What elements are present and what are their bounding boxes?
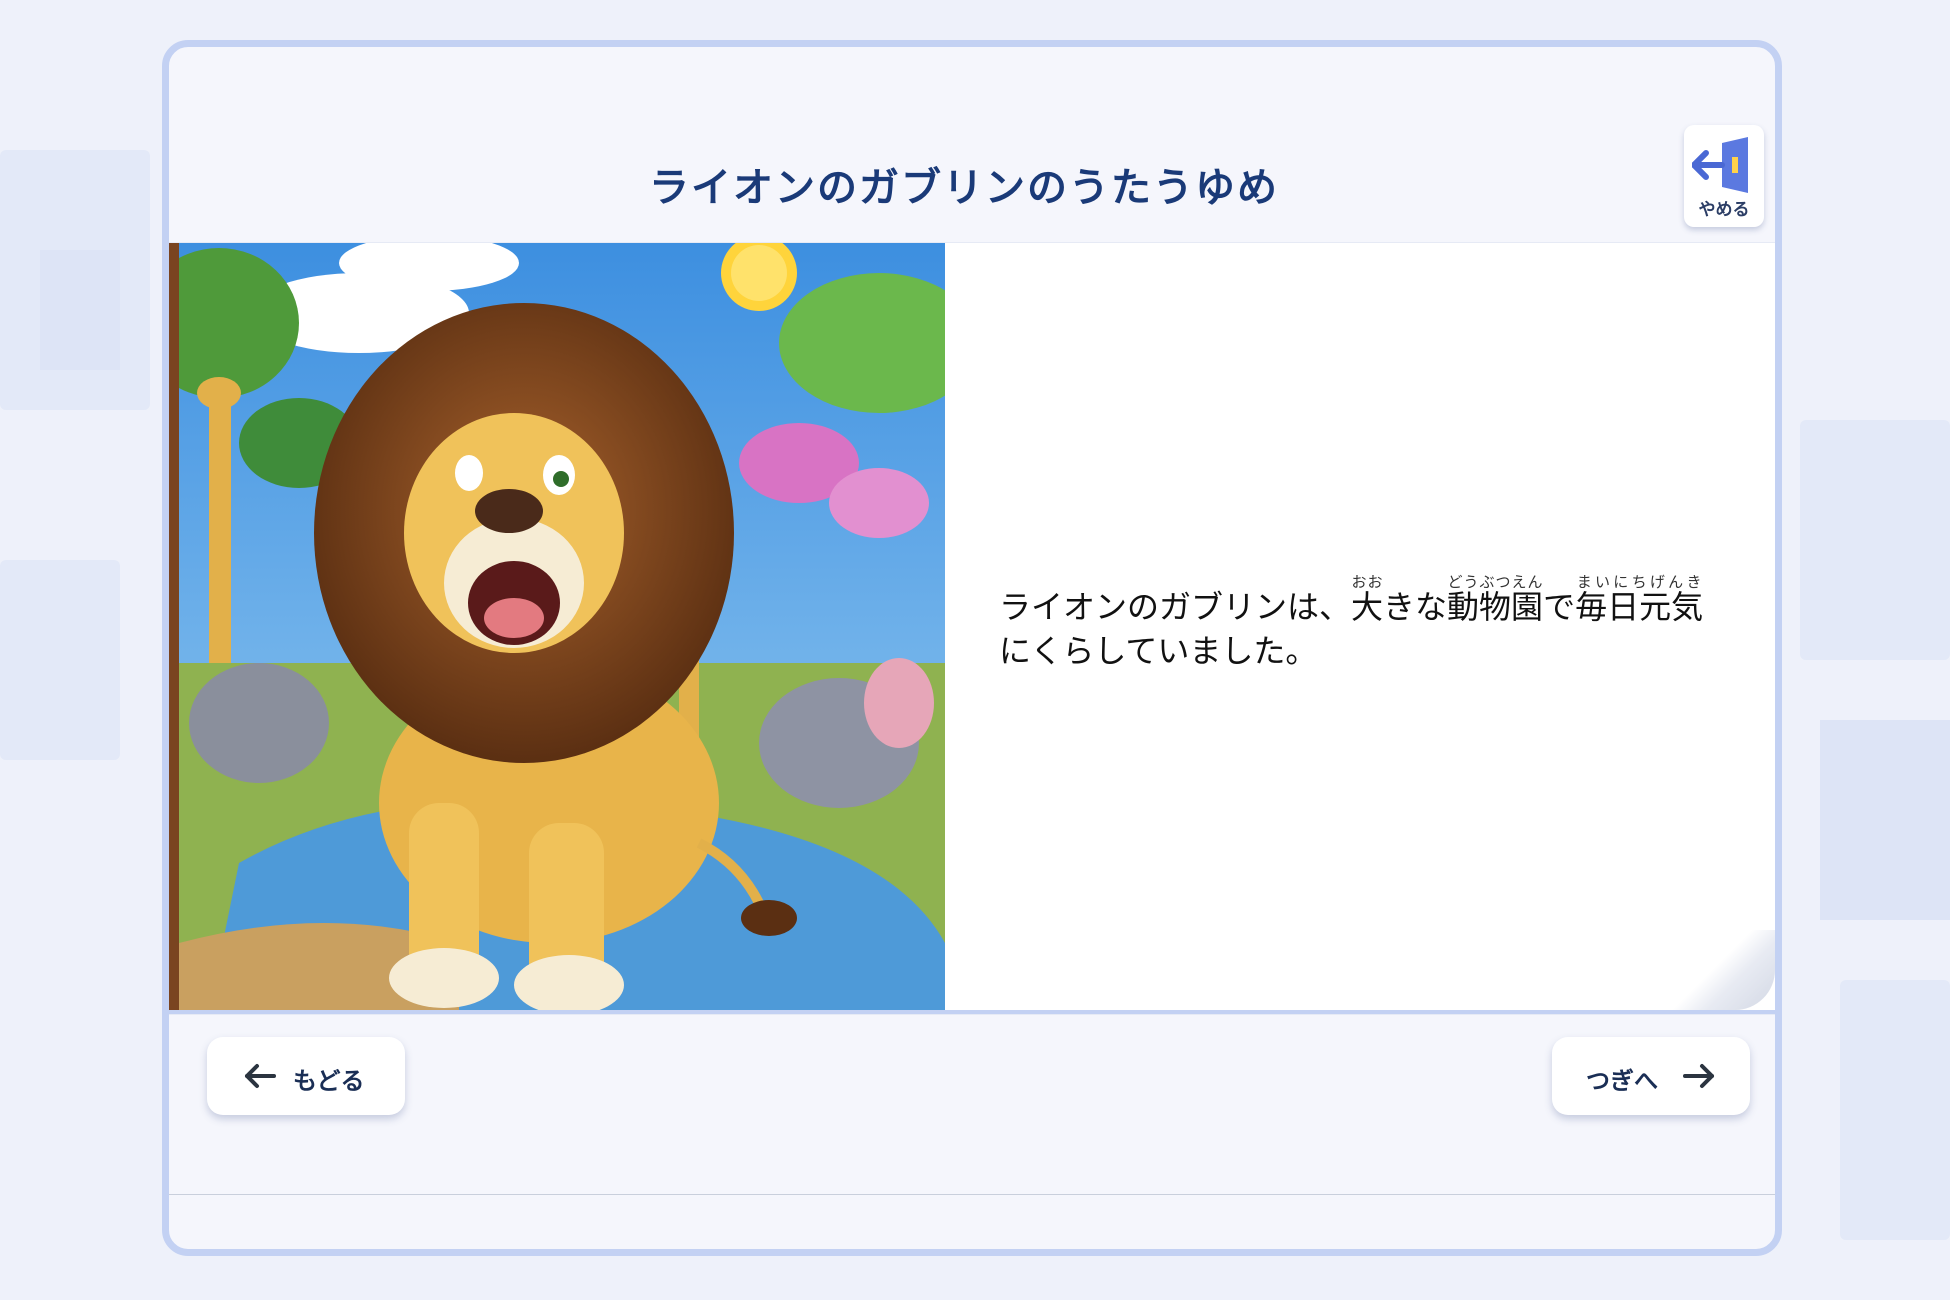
back-label: もどる (293, 1067, 365, 1095)
quit-label: やめる (1698, 200, 1750, 220)
furigana: まいにちげんき (1575, 573, 1704, 591)
furigana-word: 大おお (1351, 573, 1384, 626)
furigana-word: 動物園どうぶつえん (1447, 573, 1544, 626)
next-label: つぎへ (1586, 1067, 1658, 1095)
arrow-right-icon (1683, 1064, 1714, 1088)
furigana-word: 毎日元気まいにちげんき (1575, 573, 1704, 626)
book-spine (169, 243, 179, 1010)
storybook-frame: ライオンのガブリンのうたうゆめ やめる ライオンのガブリンは、大おおきな動物園ど… (162, 40, 1782, 1256)
story-segment: きな (1383, 588, 1448, 626)
next-button[interactable]: つぎへ (1552, 1037, 1750, 1115)
quit-button[interactable]: やめる (1684, 125, 1764, 227)
exit-door-icon (1692, 137, 1748, 193)
kanji-text: 大 (1351, 588, 1384, 626)
back-button[interactable]: もどる (207, 1037, 405, 1115)
story-text: ライオンのガブリンは、大おおきな動物園どうぶつえんで毎日元気まいにちげんきにくら… (999, 573, 1739, 673)
arrow-left-icon (245, 1064, 276, 1088)
story-segment: にくらしていました。 (999, 632, 1318, 670)
divider (169, 1194, 1775, 1195)
page-title: ライオンのガブリンのうたうゆめ (649, 165, 1279, 211)
kanji-text: 動物園 (1447, 588, 1544, 626)
story-segment: で (1543, 588, 1576, 626)
lion-illustration (179, 243, 945, 1010)
header: ライオンのガブリンのうたうゆめ やめる (169, 47, 1775, 243)
furigana: おお (1351, 573, 1384, 591)
book-page: ライオンのガブリンは、大おおきな動物園どうぶつえんで毎日元気まいにちげんきにくら… (169, 243, 1775, 1014)
furigana: どうぶつえん (1447, 573, 1544, 591)
story-segment: ライオンのガブリンは、 (999, 588, 1352, 626)
page-curl (1625, 930, 1775, 1010)
kanji-text: 毎日元気 (1575, 588, 1704, 626)
